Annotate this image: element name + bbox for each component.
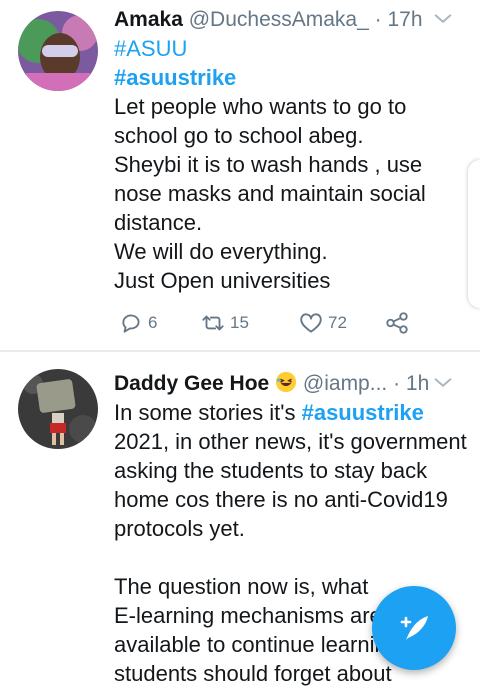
share-icon [386, 312, 408, 334]
tweet-text: #ASUU #asuustrike Let people who wants t… [114, 34, 462, 295]
scrollbar-handle[interactable] [468, 160, 480, 308]
tweet[interactable]: Amaka @DuchessAmaka_ · 17h #ASUU #asuust… [0, 0, 480, 350]
retweet-button[interactable]: 15 [200, 308, 249, 338]
user-handle[interactable]: @iamp... [303, 372, 387, 395]
text-line: Just Open universities [114, 268, 331, 293]
avatar[interactable] [18, 11, 98, 91]
tweet-actions: 6 15 72 [114, 308, 414, 338]
text-line: Sheybi it is to wash hands , use [114, 152, 423, 177]
user-handle[interactable]: @DuchessAmaka_ [189, 8, 369, 31]
separator: · [368, 8, 388, 31]
text-line: school go to school abeg. [114, 123, 364, 148]
reply-button[interactable]: 6 [118, 308, 157, 338]
hashtag[interactable]: #ASUU [114, 34, 462, 63]
compose-tweet-button[interactable] [372, 586, 456, 670]
chevron-down-icon[interactable] [432, 372, 454, 394]
text-line: In some stories it's #asuustrike [114, 398, 462, 427]
text-line: 2021, in other news, it's government [114, 429, 467, 454]
text-line: home cos there is no anti-Covid19 [114, 487, 448, 512]
heart-icon [300, 313, 322, 333]
text-line: Let people who wants to go to [114, 94, 407, 119]
text-line: asking the students to stay back [114, 458, 428, 483]
text-line: protocols yet. [114, 516, 245, 541]
avatar[interactable] [18, 369, 98, 449]
reply-count: 6 [148, 313, 158, 332]
hashtag[interactable]: #asuustrike [114, 63, 462, 92]
compose-tweet-icon [400, 616, 428, 640]
text-line: distance. [114, 210, 203, 235]
timestamp[interactable]: 17h [387, 8, 422, 31]
hashtag[interactable]: #asuustrike [302, 400, 424, 425]
reply-icon [122, 314, 140, 333]
retweet-icon [202, 315, 224, 331]
tweet-header: Amaka @DuchessAmaka_ · 17h [114, 6, 460, 34]
separator: · [387, 372, 406, 395]
retweet-count: 15 [230, 313, 249, 332]
display-name[interactable]: Amaka [114, 8, 183, 31]
text-fragment: In some stories it's [114, 400, 302, 425]
share-button[interactable] [384, 308, 410, 338]
rolling-laughing-emoji [275, 371, 297, 393]
text-line: nose masks and maintain social [114, 181, 426, 206]
timestamp[interactable]: 1h [406, 372, 429, 395]
like-button[interactable]: 72 [298, 308, 347, 338]
display-name[interactable]: Daddy Gee Hoe [114, 372, 269, 395]
tweet-header: Daddy Gee Hoe @iamp... · 1h [114, 370, 460, 398]
text-line: We will do everything. [114, 239, 328, 264]
chevron-down-icon[interactable] [432, 8, 454, 30]
like-count: 72 [328, 313, 347, 332]
